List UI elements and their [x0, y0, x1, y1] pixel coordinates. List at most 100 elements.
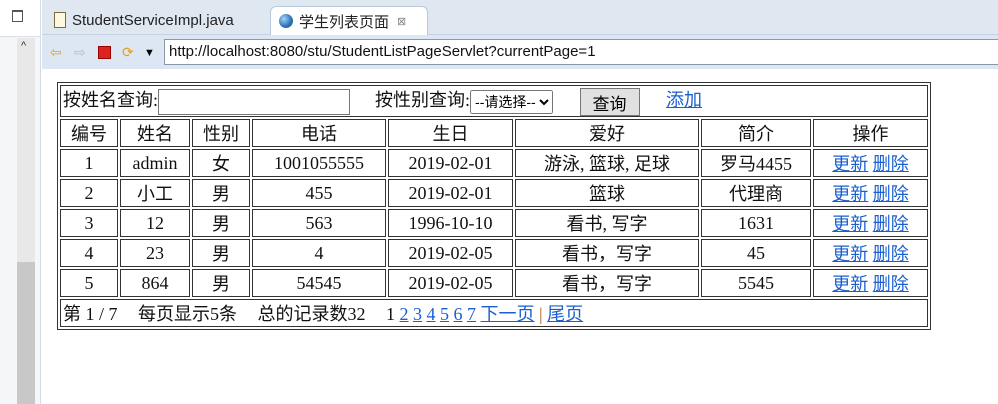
table-cell: 4: [252, 239, 386, 267]
table-cell: 看书，写字: [515, 239, 699, 267]
maximize-icon[interactable]: [12, 10, 23, 22]
column-header: 操作: [813, 119, 928, 147]
table-cell: 1631: [701, 209, 811, 237]
add-link[interactable]: 添加: [666, 90, 702, 110]
table-cell: 864: [120, 269, 190, 297]
page-link[interactable]: 2: [400, 304, 409, 324]
current-page: 1: [386, 304, 396, 324]
back-icon[interactable]: ⇦: [50, 44, 62, 61]
globe-icon: [279, 14, 293, 28]
table-row: 2 小工男 455 2019-02-01 篮球 代理商 更新 删除: [60, 179, 928, 207]
actions-cell: 更新 删除: [813, 179, 928, 207]
forward-icon[interactable]: ⇨: [74, 44, 86, 61]
last-page-link[interactable]: 尾页: [547, 304, 583, 324]
page-link[interactable]: 6: [454, 304, 463, 324]
column-header: 爱好: [515, 119, 699, 147]
update-link[interactable]: 更新: [832, 154, 868, 174]
browser-toolbar: ⇦ ⇨ ⟳ ▼ http://localhost:8080/stu/Studen…: [42, 35, 998, 69]
table-row: 3 12 男 563 1996-10-10 看书, 写字 1631 更新 删除: [60, 209, 928, 237]
scrollbar-thumb[interactable]: [17, 262, 35, 404]
table-cell: 2019-02-01: [388, 179, 513, 207]
close-icon[interactable]: ⊠: [397, 15, 406, 28]
update-link[interactable]: 更新: [832, 274, 868, 294]
actions-cell: 更新 删除: [813, 239, 928, 267]
table-row: 1 admin 女 1001055555 2019-02-01 游泳, 篮球, 足球 罗马4…: [60, 149, 928, 177]
table-cell: 看书，写字: [515, 269, 699, 297]
stop-icon[interactable]: [98, 46, 111, 59]
page-link[interactable]: 3: [413, 304, 422, 324]
page-info: 第 1 / 7: [63, 304, 118, 324]
table-cell: 455: [252, 179, 386, 207]
search-row: 按姓名查询: 按性别查询: --请选择-- 查询 添加: [60, 85, 928, 117]
tab-student-list[interactable]: 学生列表页面 ⊠: [270, 6, 428, 35]
table-cell: 男: [192, 179, 250, 207]
table-cell: 男: [192, 239, 250, 267]
table-cell: 游泳, 篮球, 足球: [515, 149, 699, 177]
column-header: 电话: [252, 119, 386, 147]
page-link[interactable]: 4: [427, 304, 436, 324]
update-link[interactable]: 更新: [832, 214, 868, 234]
table-cell: 2: [60, 179, 118, 207]
query-button[interactable]: 查询: [579, 87, 640, 116]
total-records: 总的记录数32: [257, 304, 366, 324]
table-cell: 代理商: [701, 179, 811, 207]
scroll-up-icon[interactable]: ^: [21, 40, 26, 52]
tab-label: StudentServiceImpl.java: [72, 11, 234, 29]
column-header: 生日: [388, 119, 513, 147]
next-page-link[interactable]: 下一页: [481, 304, 535, 324]
delete-link[interactable]: 删除: [873, 214, 909, 234]
table-cell: 1996-10-10: [388, 209, 513, 237]
delete-link[interactable]: 删除: [873, 244, 909, 264]
table-cell: 罗马4455: [701, 149, 811, 177]
page-size: 每页显示5条: [138, 304, 238, 324]
java-file-icon: [54, 12, 66, 28]
tab-student-service-impl[interactable]: StudentServiceImpl.java: [46, 6, 282, 34]
table-cell: 3: [60, 209, 118, 237]
table-cell: 12: [120, 209, 190, 237]
table-cell: 男: [192, 269, 250, 297]
table-cell: 看书, 写字: [515, 209, 699, 237]
dropdown-arrow-icon[interactable]: ▼: [144, 47, 155, 59]
table-cell: 23: [120, 239, 190, 267]
tab-label: 学生列表页面: [299, 13, 390, 31]
table-cell: 45: [701, 239, 811, 267]
table-cell: 1: [60, 149, 118, 177]
left-panel: ^: [0, 0, 41, 404]
table-cell: 5: [60, 269, 118, 297]
table-cell: admin: [120, 149, 190, 177]
column-header: 编号: [60, 119, 118, 147]
actions-cell: 更新 删除: [813, 149, 928, 177]
pagination-row: 第 1 / 7 每页显示5条 总的记录数32 1 2 3 4 5 6 7 下一页…: [60, 299, 928, 327]
refresh-icon[interactable]: ⟳: [122, 44, 134, 61]
table-cell: 2019-02-05: [388, 269, 513, 297]
table-cell: 男: [192, 209, 250, 237]
editor-tab-bar: StudentServiceImpl.java 学生列表页面 ⊠: [42, 0, 998, 35]
sex-search-label: 按性别查询:: [375, 90, 471, 111]
column-header: 姓名: [120, 119, 190, 147]
table-cell: 篮球: [515, 179, 699, 207]
actions-cell: 更新 删除: [813, 209, 928, 237]
student-list-page: 按姓名查询: 按性别查询: --请选择-- 查询 添加 编号 姓名 性别 电话 生日 爱好简…: [57, 82, 931, 330]
sex-select[interactable]: --请选择--: [470, 89, 554, 114]
update-link[interactable]: 更新: [832, 244, 868, 264]
page-link[interactable]: 7: [467, 304, 476, 324]
table-row: 4 23 男 4 2019-02-05 看书，写字 45 更新 删除: [60, 239, 928, 267]
delete-link[interactable]: 删除: [873, 274, 909, 294]
table-row: 5 864 男 54545 2019-02-05 看书，写字 5545 更新 删除: [60, 269, 928, 297]
page-link[interactable]: 5: [440, 304, 449, 324]
update-link[interactable]: 更新: [832, 184, 868, 204]
table-cell: 5545: [701, 269, 811, 297]
table-cell: 4: [60, 239, 118, 267]
url-input[interactable]: http://localhost:8080/stu/StudentListPag…: [164, 39, 998, 65]
column-header: 性别: [192, 119, 250, 147]
delete-link[interactable]: 删除: [873, 154, 909, 174]
table-cell: 小工: [120, 179, 190, 207]
table-cell: 563: [252, 209, 386, 237]
delete-link[interactable]: 删除: [873, 184, 909, 204]
column-header: 简介: [701, 119, 811, 147]
student-table: 按姓名查询: 按性别查询: --请选择-- 查询 添加 编号 姓名 性别 电话 生日 爱好简…: [57, 82, 931, 330]
name-search-input[interactable]: [158, 88, 351, 115]
table-cell: 54545: [252, 269, 386, 297]
table-cell: 2019-02-01: [388, 149, 513, 177]
header-row: 编号 姓名 性别 电话 生日 爱好 简介 操作: [60, 119, 928, 147]
